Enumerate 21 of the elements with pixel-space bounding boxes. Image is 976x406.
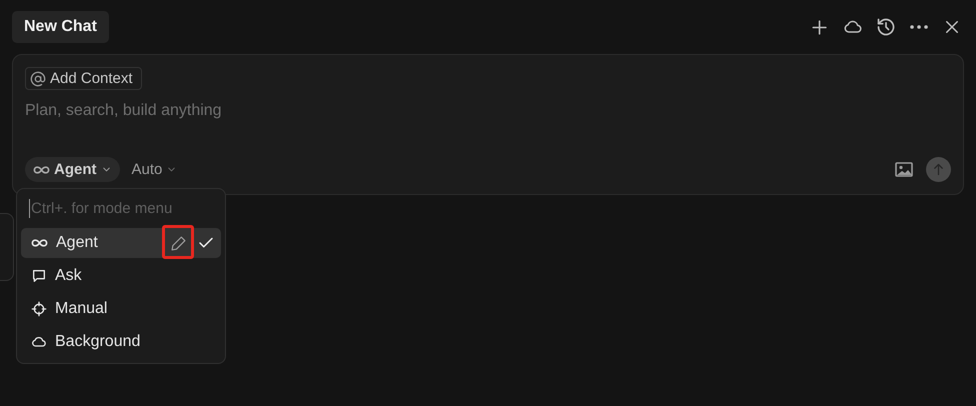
crosshair-icon <box>31 301 47 317</box>
pencil-icon[interactable] <box>170 234 186 252</box>
arrow-up-icon <box>931 162 946 177</box>
mode-menu-item[interactable]: Agent <box>21 228 221 258</box>
mode-menu-item[interactable]: Background <box>21 327 221 357</box>
mode-dropdown[interactable]: Agent <box>25 157 120 182</box>
model-dropdown[interactable]: Auto <box>132 161 178 178</box>
history-icon[interactable] <box>875 16 896 38</box>
mode-label: Background <box>55 333 142 351</box>
chat-tab[interactable]: New Chat <box>12 11 109 43</box>
mode-label: Ask <box>55 267 83 285</box>
image-icon[interactable] <box>893 159 914 180</box>
mode-label: Agent <box>56 234 99 252</box>
prompt-field[interactable]: Plan, search, build anything <box>25 102 951 120</box>
at-icon <box>30 70 46 86</box>
chat-bubble-icon <box>31 268 47 284</box>
add-context-chip[interactable]: Add Context <box>25 67 142 90</box>
mode-menu-item[interactable]: Manual <box>21 294 221 324</box>
mode-label: Manual <box>55 300 108 318</box>
mode-search-field[interactable]: Ctrl+. for mode menu <box>29 199 211 218</box>
mode-menu-item[interactable]: Ask <box>21 261 221 291</box>
